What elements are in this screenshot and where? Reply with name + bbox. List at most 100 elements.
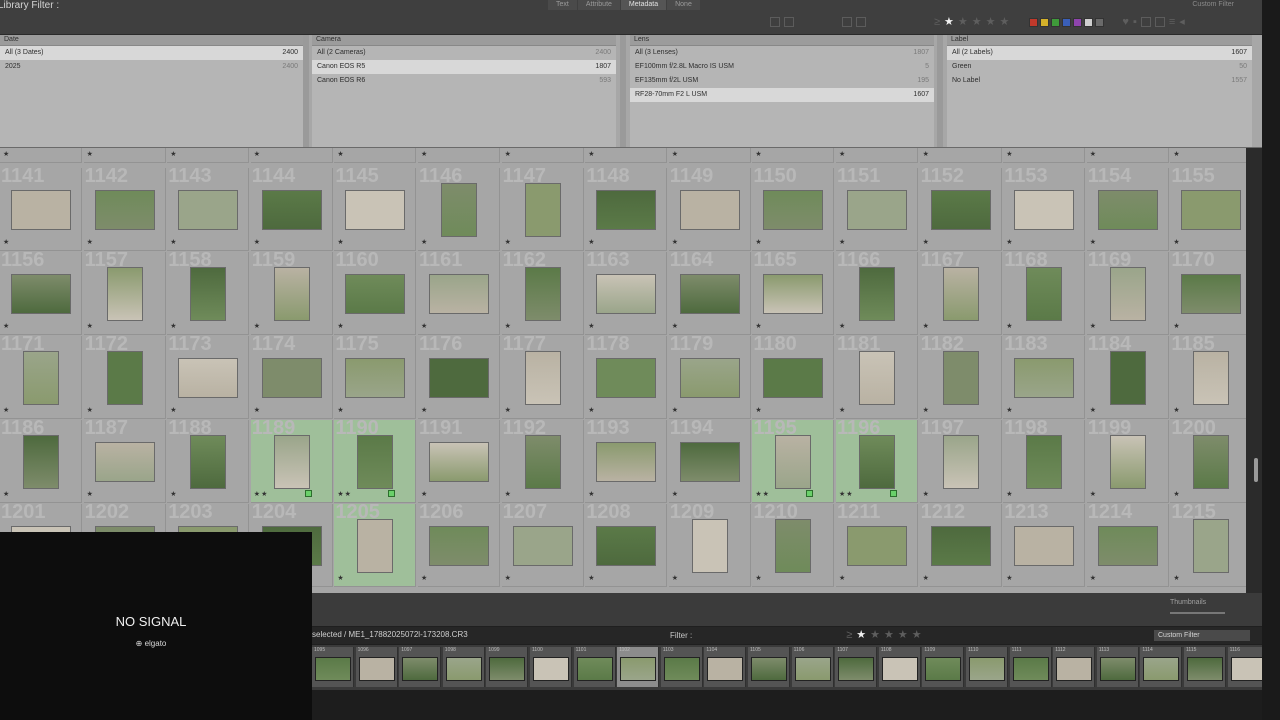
grid-cell[interactable]: ★ (1086, 148, 1169, 163)
metadata-row[interactable]: Canon EOS R5 1807 (312, 60, 616, 74)
rating-stars-icon[interactable]: ★ (1090, 322, 1097, 330)
column-header[interactable]: Camera (312, 35, 616, 46)
photo-thumbnail[interactable] (357, 519, 394, 573)
grid-cell[interactable]: 1215 ★ (1170, 504, 1246, 587)
photo-thumbnail[interactable] (1097, 190, 1158, 230)
photo-thumbnail[interactable] (106, 351, 143, 405)
filmstrip-thumbnail[interactable]: 1115 (1184, 647, 1226, 687)
rating-stars-icon[interactable]: ★ (755, 150, 762, 158)
grid-cell[interactable]: 1164 ★ (668, 252, 751, 335)
rating-stars-icon[interactable]: ★ (87, 150, 94, 158)
rating-stars-icon[interactable]: ★ (3, 322, 10, 330)
grid-cell[interactable]: 1184 ★ (1086, 336, 1169, 419)
grid-cell[interactable]: 1141 ★ (0, 168, 82, 251)
rating-stars-icon[interactable]: ★ (421, 490, 428, 498)
filmstrip-thumbnail[interactable]: 1111 (1009, 647, 1052, 687)
grid-cell[interactable]: 1149 ★ (668, 168, 751, 251)
metadata-row[interactable]: Green 50 (947, 60, 1252, 74)
rating-stars-icon[interactable]: ★ (337, 406, 344, 414)
rating-stars-icon[interactable]: ★ (1006, 238, 1013, 246)
grid-cell[interactable]: 1151 ★ (836, 168, 918, 251)
grid-cell[interactable]: ★ (418, 148, 500, 163)
rating-stars-icon[interactable]: ★ (588, 574, 595, 582)
filmstrip-thumbnail[interactable]: 1099 (486, 647, 529, 687)
grid-cell[interactable]: 1159 ★ (250, 252, 333, 335)
grid-cell[interactable]: 1150 ★ (752, 168, 835, 251)
grid-cell[interactable]: 1180 ★ (752, 336, 835, 419)
rating-stars-icon[interactable]: ★ (588, 406, 595, 414)
photo-thumbnail[interactable] (775, 519, 812, 573)
rating-stars-icon[interactable]: ★ (588, 490, 595, 498)
rating-stars-icon[interactable]: ★ (1173, 490, 1180, 498)
rating-stars-icon[interactable]: ★ (3, 238, 10, 246)
photo-thumbnail[interactable] (23, 351, 59, 405)
rating-stars-icon[interactable]: ★ (254, 322, 261, 330)
grid-scrollbar[interactable] (1246, 148, 1262, 593)
star-icon[interactable]: ★ (944, 16, 954, 28)
filmstrip-thumbnail[interactable]: 1116 (1227, 647, 1262, 687)
filmstrip-thumbnail[interactable]: 1102 (617, 647, 660, 687)
photo-thumbnail[interactable] (106, 267, 143, 321)
color-swatch[interactable] (1073, 17, 1083, 27)
grid-cell[interactable]: ★ (836, 148, 918, 163)
heart-icon[interactable]: ♥ (1122, 16, 1129, 28)
rating-stars-icon[interactable]: ★★ (254, 490, 269, 498)
rating-stars-icon[interactable]: ★ (1006, 490, 1013, 498)
grid-cell[interactable]: 1157 ★ (83, 252, 166, 335)
rating-stars-icon[interactable]: ★ (505, 574, 512, 582)
grid-cell[interactable]: 1190 ★★ (334, 420, 417, 503)
grid-cell[interactable]: 1176 ★ (418, 336, 500, 419)
flag-filter-icon[interactable] (770, 17, 780, 27)
rating-stars-icon[interactable]: ★ (923, 150, 930, 158)
photo-thumbnail[interactable] (691, 519, 728, 573)
filmstrip-thumbnail[interactable]: 1101 (573, 647, 616, 687)
grid-cell[interactable]: 1188 ★ (167, 420, 250, 503)
color-swatch[interactable] (1040, 17, 1050, 27)
photo-thumbnail[interactable] (345, 190, 406, 230)
rating-stars-icon[interactable]: ★ (839, 238, 846, 246)
grid-cell[interactable]: 1189 ★★ (250, 420, 333, 503)
column-divider[interactable] (620, 35, 626, 147)
grid-cell[interactable]: 1195 ★★ (752, 420, 835, 503)
grid-cell[interactable]: 1158 ★ (167, 252, 250, 335)
tab-metadata[interactable]: Metadata (620, 0, 667, 10)
photo-thumbnail[interactable] (763, 190, 824, 230)
photo-thumbnail[interactable] (942, 267, 979, 321)
rating-stars-icon[interactable]: ★ (1006, 574, 1013, 582)
filmstrip-thumbnail[interactable]: 1112 (1053, 647, 1096, 687)
selected-file-path[interactable]: selected / ME1_17882025072l-173208.CR3 (312, 630, 468, 639)
grid-cell[interactable]: ★ (1170, 148, 1246, 163)
rating-stars-icon[interactable]: ★ (421, 406, 428, 414)
grid-cell[interactable]: 1171 ★ (0, 336, 82, 419)
filmstrip-thumbnail[interactable]: 1107 (835, 647, 878, 687)
rating-stars-icon[interactable]: ★ (839, 406, 846, 414)
photo-thumbnail[interactable] (1026, 267, 1063, 321)
star-icon[interactable]: ★ (856, 630, 866, 641)
filmstrip-thumbnail[interactable]: 1100 (530, 647, 572, 687)
color-swatch[interactable] (1051, 17, 1061, 27)
grid-cell[interactable]: 1214 ★ (1086, 504, 1169, 587)
filmstrip-thumbnail[interactable]: 1103 (660, 647, 703, 687)
grid-cell[interactable]: 1153 ★ (1003, 168, 1086, 251)
filmstrip-thumbnail[interactable]: 1104 (704, 647, 747, 687)
rating-stars-icon[interactable]: ★ (1090, 490, 1097, 498)
grid-cell[interactable]: ★ (501, 148, 584, 163)
rating-stars-icon[interactable]: ★ (421, 322, 428, 330)
grid-cell[interactable]: 1160 ★ (334, 252, 417, 335)
rating-stars-icon[interactable]: ★ (337, 322, 344, 330)
color-swatch[interactable] (1084, 17, 1094, 27)
rating-stars-icon[interactable]: ★ (755, 574, 762, 582)
photo-thumbnail[interactable] (1109, 435, 1146, 489)
filmstrip-thumbnail[interactable]: 1110 (966, 647, 1008, 687)
photo-thumbnail[interactable] (261, 190, 322, 230)
grid-cell[interactable]: 1143 ★ (167, 168, 250, 251)
rating-stars-icon[interactable]: ★ (1090, 574, 1097, 582)
grid-cell[interactable]: 1208 ★ (585, 504, 668, 587)
rating-stars-icon[interactable]: ★ (1173, 406, 1180, 414)
photo-thumbnail[interactable] (1193, 519, 1230, 573)
filmstrip-thumbnail[interactable]: 1095 (312, 647, 354, 687)
photo-thumbnail[interactable] (942, 351, 979, 405)
photo-thumbnail[interactable] (679, 358, 740, 398)
photo-thumbnail[interactable] (942, 435, 979, 489)
tab-text[interactable]: Text (548, 0, 577, 10)
